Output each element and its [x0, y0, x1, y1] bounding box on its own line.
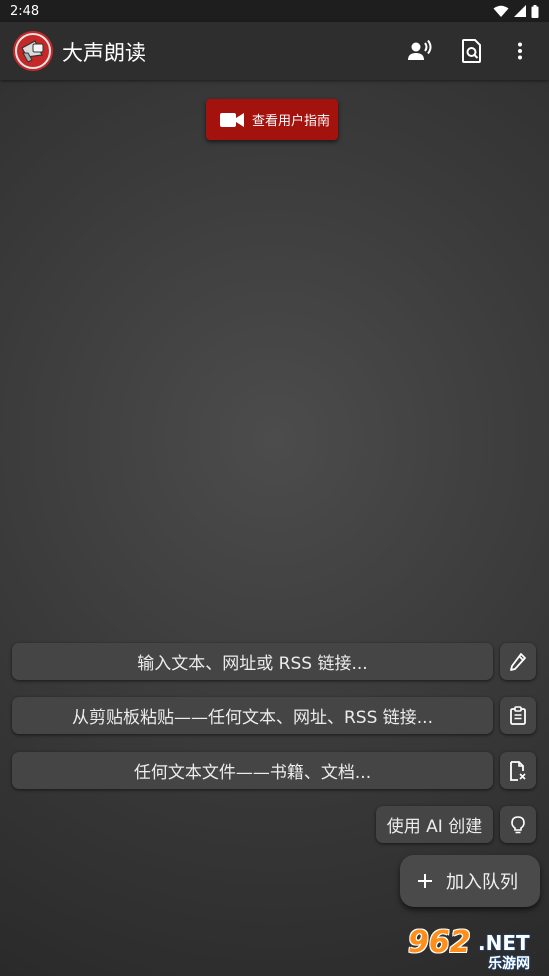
speak-button[interactable] [405, 35, 437, 67]
file-icon [510, 760, 526, 781]
site-watermark: 962 .NET 乐游网 [408, 925, 544, 972]
action-row-enter-text: 输入文本、网址或 RSS 链接... [0, 643, 549, 680]
more-vertical-icon [518, 42, 522, 60]
action-row-open-file: 任何文本文件——书籍、文档... [0, 752, 549, 789]
wifi-icon [493, 5, 509, 17]
action-row-ai-create: 使用 AI 创建 [0, 806, 549, 843]
open-file-button[interactable]: 任何文本文件——书籍、文档... [12, 752, 493, 789]
watermark-number: 962 [408, 925, 471, 960]
ai-create-label: 使用 AI 创建 [386, 817, 483, 837]
clipboard-icon [510, 706, 526, 725]
signal-icon [514, 5, 526, 17]
ai-create-icon-button[interactable] [500, 806, 536, 843]
find-in-document-button[interactable] [456, 35, 488, 67]
paste-clipboard-label: 从剪贴板粘贴——任何文本、网址、RSS 链接... [71, 708, 433, 728]
add-to-queue-label: 加入队列 [446, 872, 518, 893]
battery-icon [531, 4, 539, 18]
plus-icon [418, 874, 432, 888]
pencil-icon [510, 652, 526, 671]
enter-text-label: 输入文本、网址或 RSS 链接... [137, 654, 368, 674]
voice-person-icon [408, 40, 432, 60]
user-guide-label: 查看用户指南 [252, 114, 331, 129]
app-bar: 大声朗读 [0, 22, 549, 80]
lightbulb-icon [511, 815, 525, 833]
status-icons [493, 4, 539, 18]
megaphone-logo-icon [13, 31, 53, 71]
user-guide-button[interactable]: 查看用户指南 [206, 99, 338, 140]
status-bar: 2:48 [0, 0, 549, 22]
enter-text-button[interactable]: 输入文本、网址或 RSS 链接... [12, 643, 493, 680]
app-logo [13, 31, 53, 71]
document-search-icon [462, 39, 481, 63]
status-time: 2:48 [10, 3, 40, 19]
add-to-queue-fab[interactable]: 加入队列 [400, 855, 540, 907]
watermark-suffix: .NET [478, 931, 530, 955]
more-options-button[interactable] [504, 35, 536, 67]
app-title: 大声朗读 [62, 41, 146, 65]
video-camera-icon [220, 112, 244, 127]
ai-create-button[interactable]: 使用 AI 创建 [376, 806, 493, 843]
open-file-label: 任何文本文件——书籍、文档... [133, 763, 372, 783]
paste-clipboard-button[interactable]: 从剪贴板粘贴——任何文本、网址、RSS 链接... [12, 697, 493, 734]
paste-clipboard-icon-button[interactable] [500, 697, 536, 734]
open-file-icon-button[interactable] [500, 752, 536, 789]
action-row-paste: 从剪贴板粘贴——任何文本、网址、RSS 链接... [0, 697, 549, 734]
enter-text-icon-button[interactable] [500, 643, 536, 680]
watermark-site: 乐游网 [488, 956, 530, 972]
